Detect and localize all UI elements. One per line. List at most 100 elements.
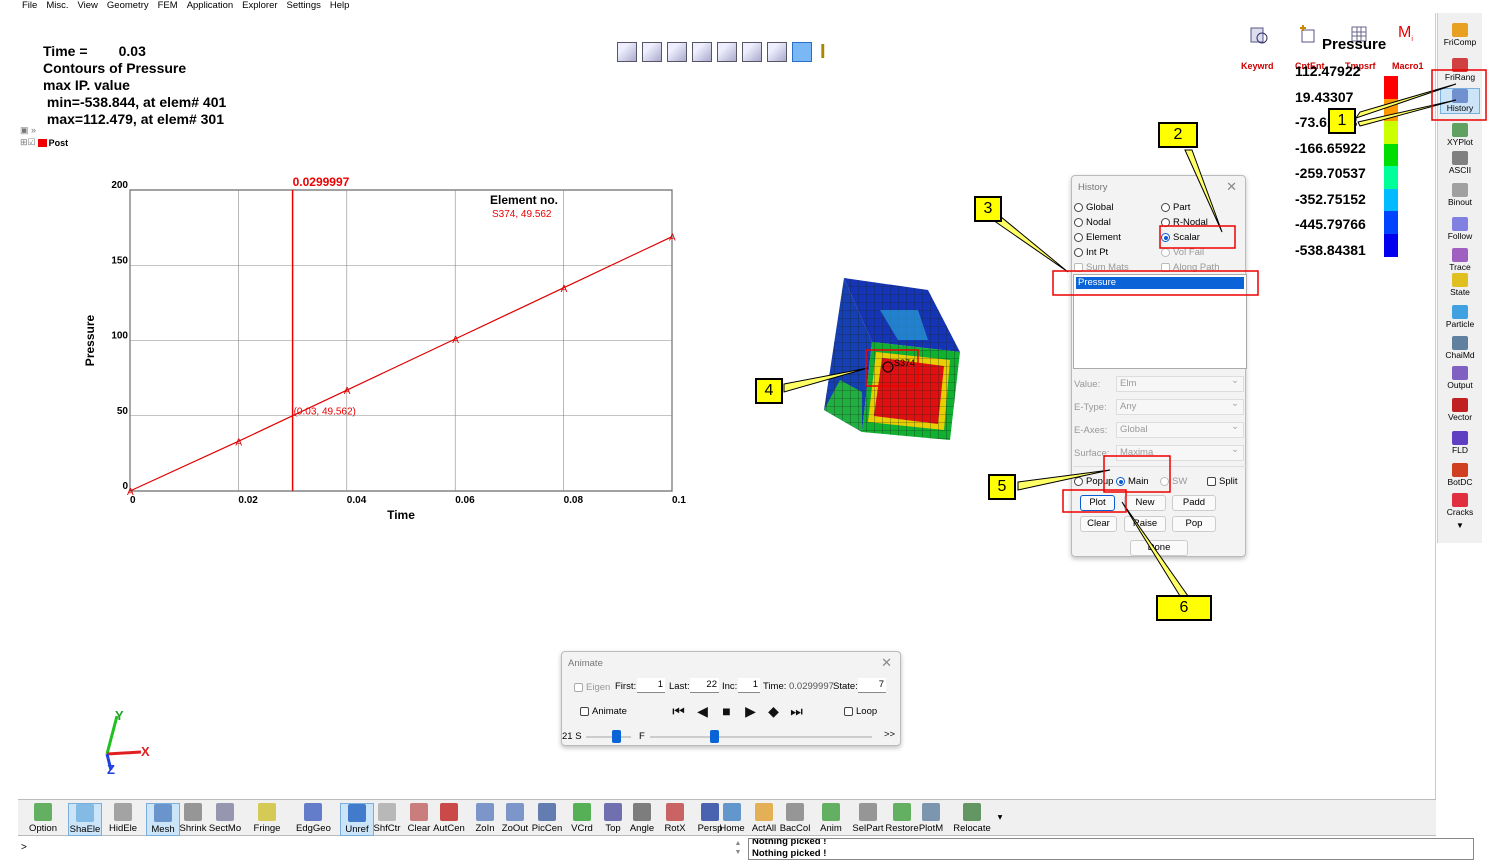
- view-cube-icon[interactable]: [717, 42, 737, 62]
- field-select[interactable]: Global: [1116, 420, 1244, 438]
- menu-item-settings[interactable]: Settings: [287, 0, 321, 13]
- bounce-button[interactable]: ◆: [765, 703, 782, 720]
- menu-item-misc[interactable]: Misc.: [46, 0, 68, 13]
- menu-item-file[interactable]: File: [22, 0, 37, 13]
- toolbar-zoin-button[interactable]: ZoIn: [468, 803, 502, 834]
- stop-button[interactable]: ■: [718, 703, 735, 720]
- menu-item-help[interactable]: Help: [330, 0, 350, 13]
- toolbar-relocate-button[interactable]: Relocate: [948, 803, 996, 834]
- scope-sum-mats-radio[interactable]: Sum Mats: [1074, 262, 1129, 273]
- sidebar-fricomp-button[interactable]: FriComp: [1440, 23, 1480, 47]
- menu-item-application[interactable]: Application: [187, 0, 233, 13]
- expand-icon[interactable]: ⊞☑: [20, 137, 36, 148]
- sidebar-chaimd-button[interactable]: ChaiMd: [1440, 336, 1480, 360]
- close-icon[interactable]: ✕: [881, 655, 892, 671]
- toolbar-rotx-button[interactable]: RotX: [658, 803, 692, 834]
- last-frame-button[interactable]: ⏭: [788, 703, 805, 720]
- dest-sw-radio[interactable]: SW: [1160, 476, 1187, 487]
- toolbar-vcrd-button[interactable]: VCrd: [565, 803, 599, 834]
- dest-popup-radio[interactable]: Popup: [1074, 476, 1113, 487]
- sidebar-binout-button[interactable]: Binout: [1440, 183, 1480, 207]
- toolbar-hidele-button[interactable]: HidEle: [106, 803, 140, 834]
- padd-button[interactable]: Padd: [1172, 495, 1216, 511]
- contact-icon[interactable]: [1298, 24, 1320, 46]
- toolbar-baccol-button[interactable]: BacCol: [778, 803, 812, 834]
- field-select[interactable]: Any: [1116, 397, 1244, 415]
- toolbar-option-button[interactable]: Option: [26, 803, 60, 834]
- split-checkbox[interactable]: Split: [1207, 476, 1237, 487]
- view-cube-icon[interactable]: [692, 42, 712, 62]
- toolbar-plotm-button[interactable]: PlotM: [914, 803, 948, 834]
- play-button[interactable]: ▶: [742, 703, 759, 720]
- menu-item-geometry[interactable]: Geometry: [107, 0, 149, 13]
- first-frame-button[interactable]: ⏮: [670, 703, 687, 720]
- toolbar-anim-button[interactable]: Anim: [814, 803, 848, 834]
- type-vol-fail-radio[interactable]: Vol Fail: [1161, 247, 1204, 258]
- toolbar-angle-button[interactable]: Angle: [625, 803, 659, 834]
- animate-checkbox[interactable]: Animate: [580, 706, 627, 717]
- toolbar-actall-button[interactable]: ActAll: [747, 803, 781, 834]
- message-scroll[interactable]: ▲ ▼: [732, 839, 744, 859]
- more-button[interactable]: >>: [884, 729, 895, 740]
- raise-button[interactable]: Raise: [1124, 516, 1166, 532]
- sidebar-follow-button[interactable]: Follow: [1440, 217, 1480, 241]
- frame-slider-thumb[interactable]: [710, 730, 719, 743]
- menu-item-fem[interactable]: FEM: [158, 0, 178, 13]
- toolbar-home-button[interactable]: Home: [715, 803, 749, 834]
- toolbar-more-icon[interactable]: ▾: [994, 812, 1006, 823]
- sidebar-output-button[interactable]: Output: [1440, 366, 1480, 390]
- view-cube-icon[interactable]: [742, 42, 762, 62]
- sidebar-state-button[interactable]: State: [1440, 273, 1480, 297]
- tree-post-node[interactable]: ⊞☑ Post: [20, 137, 68, 148]
- sidebar-ascii-button[interactable]: ASCII: [1440, 151, 1480, 175]
- toolbar-clear-button[interactable]: Clear: [402, 803, 436, 834]
- speed-slider-track[interactable]: [586, 736, 631, 738]
- history-chart[interactable]: 0 0.02 0.04 0.06 0.08 0.1050100150200TimePres…: [60, 170, 700, 530]
- toolbar-shfctr-button[interactable]: ShfCtr: [370, 803, 404, 834]
- sidebar-trace-button[interactable]: Trace: [1440, 248, 1480, 272]
- toolbar-mesh-button[interactable]: Mesh: [146, 803, 180, 836]
- menu-item-explorer[interactable]: Explorer: [242, 0, 277, 13]
- scope-int-pt-radio[interactable]: Int Pt: [1074, 247, 1108, 258]
- field-select[interactable]: Elm: [1116, 374, 1244, 392]
- list-item-pressure[interactable]: Pressure: [1076, 277, 1244, 289]
- state-input[interactable]: 7: [858, 678, 886, 693]
- plot-button[interactable]: Plot: [1080, 495, 1115, 511]
- view-selected-icon[interactable]: [792, 42, 812, 62]
- view-cube-icon[interactable]: [767, 42, 787, 62]
- last-input[interactable]: 22: [690, 678, 719, 693]
- type-scalar-radio[interactable]: Scalar: [1161, 232, 1200, 243]
- inc-input[interactable]: 1: [738, 678, 760, 693]
- speed-slider-thumb[interactable]: [612, 730, 621, 743]
- type-along-path-radio[interactable]: Along Path: [1161, 262, 1219, 273]
- sidebar-cracks-button[interactable]: Cracks: [1440, 493, 1480, 517]
- toolbar-zoout-button[interactable]: ZoOut: [498, 803, 532, 834]
- type-part-radio[interactable]: Part: [1161, 202, 1190, 213]
- toolbar-shrink-button[interactable]: Shrink: [176, 803, 210, 834]
- scope-element-radio[interactable]: Element: [1074, 232, 1121, 243]
- sidebar-history-button[interactable]: History: [1440, 88, 1480, 114]
- toolbar-fringe-button[interactable]: Fringe: [250, 803, 284, 834]
- model-cube[interactable]: S374: [810, 270, 970, 450]
- prev-frame-button[interactable]: ◀: [694, 703, 711, 720]
- sidebar-fld-button[interactable]: FLD: [1440, 431, 1480, 455]
- clear-button[interactable]: Clear: [1080, 516, 1117, 532]
- field-select[interactable]: Maxima: [1116, 443, 1244, 461]
- macro-icon[interactable]: Mi: [1398, 24, 1413, 43]
- keyword-icon[interactable]: [1248, 24, 1270, 46]
- type-r-nodal-radio[interactable]: R-Nodal: [1161, 217, 1208, 228]
- component-list[interactable]: Pressure: [1073, 274, 1247, 369]
- dest-main-radio[interactable]: Main: [1116, 476, 1149, 487]
- scope-global-radio[interactable]: Global: [1074, 202, 1113, 213]
- sidebar-frirang-button[interactable]: FriRang: [1440, 58, 1480, 82]
- view-cube-icon[interactable]: [617, 42, 637, 62]
- toolbar-piccen-button[interactable]: PicCen: [530, 803, 564, 834]
- menu-item-view[interactable]: View: [77, 0, 97, 13]
- frame-slider-track[interactable]: [650, 736, 872, 738]
- toolbar-sectmo-button[interactable]: SectMo: [208, 803, 242, 834]
- view-cube-icon[interactable]: [642, 42, 662, 62]
- sidebar-xyplot-button[interactable]: XYPlot: [1440, 123, 1480, 147]
- sidebar-more-icon[interactable]: ▼: [1440, 521, 1480, 530]
- done-button[interactable]: Done: [1130, 540, 1188, 556]
- close-icon[interactable]: ✕: [1226, 179, 1237, 195]
